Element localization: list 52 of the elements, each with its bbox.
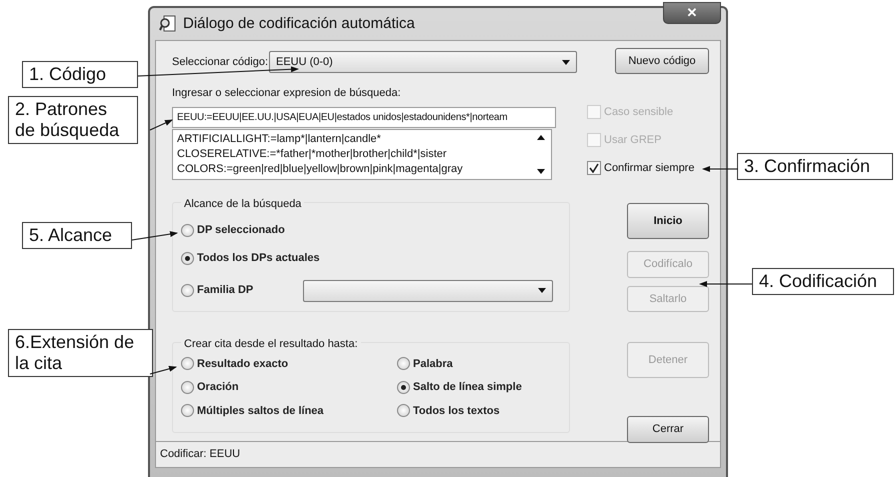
code-dropdown[interactable]: EEUU (0-0) xyxy=(269,51,577,73)
leader-arrow xyxy=(702,166,738,172)
magnifier-icon xyxy=(159,15,177,33)
scroll-down-icon[interactable] xyxy=(537,168,545,174)
window-title: Diálogo de codificación automática xyxy=(183,14,415,34)
callout-label: 6.Extensión de la cita xyxy=(8,329,153,377)
checkbox-label[interactable]: Confirmar siempre xyxy=(604,160,694,176)
list-item[interactable]: COLORS:=green|red|blue|yellow|brown|pink|magenta|gray xyxy=(177,162,535,176)
radio-button[interactable] xyxy=(181,252,194,265)
caret-icon xyxy=(538,288,546,293)
field-label: Ingresar o seleccionar expresion de búsqueda: xyxy=(172,86,402,101)
callout-label: 2. Patrones de búsqueda xyxy=(8,96,138,144)
callout-label: 4. Codificación xyxy=(752,268,894,295)
radio-button[interactable] xyxy=(397,404,410,418)
family-dropdown[interactable] xyxy=(303,280,553,302)
list-item[interactable]: CLOSERELATIVE:=*father|*mother|brother|child*|sister xyxy=(177,146,535,162)
caret-icon xyxy=(562,60,570,64)
radio-label[interactable]: Resultado exacto xyxy=(197,356,288,372)
search-expression-field[interactable]: EEUU:=EEUU|EE.UU.|USA|EUA|EU|estados unidos|estadounidens*|norteam xyxy=(172,106,556,128)
pattern-list[interactable]: ARTIFICIALLIGHT:=lamp*|lantern|candle* CLOSERELATIVE:=*father|*mother|brother|child*|sister COLORS:=green|red|blue|yellow|brown|pink|magenta|gray xyxy=(172,128,552,180)
leader-arrow xyxy=(132,231,178,240)
leader-arrow xyxy=(150,366,177,374)
radio-button[interactable] xyxy=(181,357,194,370)
radio-label[interactable]: Palabra xyxy=(413,356,453,372)
field-label: Seleccionar código: xyxy=(172,54,269,70)
callout-label: 3. Confirmación xyxy=(737,153,893,180)
radio-label[interactable]: Familia DP xyxy=(197,282,254,299)
callout-label: 5. Alcance xyxy=(22,222,132,249)
radio-label[interactable]: Oración xyxy=(197,379,239,396)
radio-button[interactable] xyxy=(397,380,410,394)
leader-arrow xyxy=(150,120,173,130)
close-button[interactable]: ✕ xyxy=(663,2,721,24)
radio-label[interactable]: DP seleccionado xyxy=(197,222,285,239)
checkbox[interactable] xyxy=(587,161,601,175)
radio-label[interactable]: Todos los textos xyxy=(413,402,500,419)
radio-label[interactable]: Todos los DPs actuales xyxy=(197,250,320,267)
callout-label: 1. Código xyxy=(22,61,138,88)
radio-label[interactable]: Múltiples saltos de línea xyxy=(197,402,324,419)
leader-arrow xyxy=(699,281,752,287)
scroll-up-icon[interactable] xyxy=(537,134,545,140)
list-item[interactable]: ARTIFICIALLIGHT:=lamp*|lantern|candle* xyxy=(177,132,535,146)
new-code-button[interactable]: Nuevo código xyxy=(615,48,709,74)
action-button[interactable]: Cerrar xyxy=(627,416,709,443)
radio-button[interactable] xyxy=(181,380,194,394)
radio-button[interactable] xyxy=(181,284,194,297)
status-bar: Codificar: EEUU xyxy=(155,442,721,468)
radio-button[interactable] xyxy=(397,357,410,370)
action-button[interactable]: Inicio xyxy=(627,203,709,239)
radio-label[interactable]: Salto de línea simple xyxy=(413,379,522,396)
radio-button[interactable] xyxy=(181,404,194,418)
radio-button[interactable] xyxy=(181,224,194,237)
group-title: Alcance de la búsqueda xyxy=(181,196,304,212)
